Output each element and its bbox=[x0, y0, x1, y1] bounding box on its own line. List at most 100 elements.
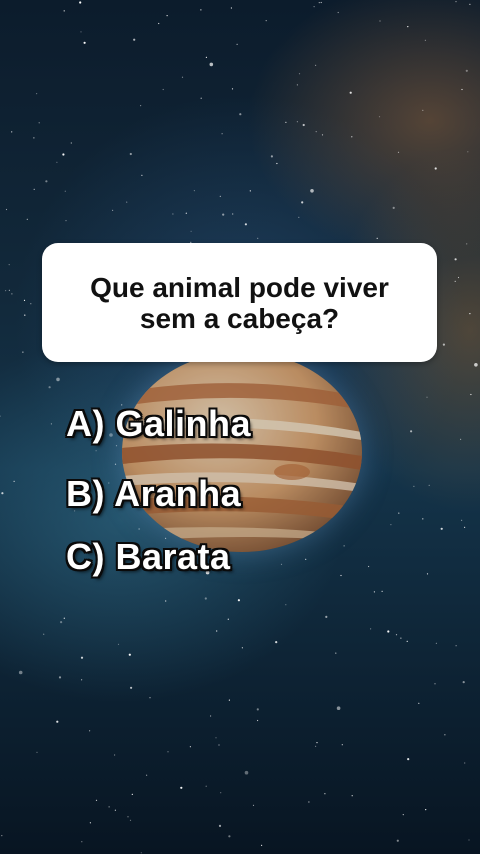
star bbox=[396, 839, 399, 842]
star bbox=[26, 218, 28, 220]
star bbox=[257, 237, 259, 239]
star bbox=[166, 15, 168, 17]
star bbox=[280, 563, 283, 566]
star bbox=[276, 162, 278, 165]
star bbox=[8, 264, 10, 266]
star bbox=[244, 223, 247, 226]
star bbox=[392, 206, 395, 209]
star bbox=[310, 189, 314, 193]
star bbox=[200, 9, 202, 11]
star bbox=[56, 377, 60, 382]
star bbox=[33, 188, 35, 190]
answer-option-b[interactable]: B) Aranha bbox=[66, 474, 241, 514]
star bbox=[398, 512, 400, 514]
star bbox=[320, 1, 322, 4]
star bbox=[256, 708, 259, 711]
star bbox=[181, 76, 184, 78]
star bbox=[5, 208, 8, 211]
star bbox=[407, 26, 409, 28]
star bbox=[368, 565, 370, 568]
star bbox=[313, 6, 315, 8]
star bbox=[172, 213, 174, 215]
star bbox=[218, 744, 220, 746]
star bbox=[400, 637, 402, 639]
star bbox=[48, 386, 51, 389]
star bbox=[189, 746, 191, 748]
star bbox=[381, 590, 383, 593]
star bbox=[219, 195, 221, 197]
star bbox=[407, 758, 410, 761]
star bbox=[469, 313, 471, 315]
star bbox=[298, 216, 300, 218]
star bbox=[387, 630, 390, 633]
star bbox=[424, 39, 426, 41]
star bbox=[24, 314, 26, 316]
star bbox=[351, 136, 353, 138]
star bbox=[5, 290, 7, 292]
star bbox=[43, 633, 45, 635]
star bbox=[45, 180, 48, 183]
question-card: Que animal pode viver sem a cabeça? bbox=[42, 243, 437, 362]
star bbox=[180, 786, 183, 789]
star bbox=[204, 597, 207, 600]
star bbox=[428, 484, 430, 486]
star bbox=[108, 806, 110, 808]
star bbox=[11, 131, 13, 133]
star bbox=[218, 824, 222, 828]
star bbox=[79, 1, 82, 4]
star bbox=[230, 7, 232, 9]
star bbox=[406, 640, 408, 643]
star bbox=[205, 56, 207, 59]
star bbox=[149, 697, 151, 699]
star bbox=[89, 730, 91, 732]
star bbox=[58, 676, 62, 679]
star bbox=[296, 84, 298, 86]
star bbox=[33, 137, 35, 139]
star bbox=[236, 43, 238, 46]
star bbox=[210, 715, 212, 717]
star bbox=[36, 751, 38, 754]
star bbox=[81, 841, 83, 843]
star bbox=[275, 641, 278, 644]
answer-option-c[interactable]: C) Barata bbox=[66, 537, 231, 577]
star bbox=[442, 343, 445, 346]
star bbox=[474, 363, 478, 367]
star bbox=[426, 573, 429, 575]
star bbox=[468, 839, 470, 841]
star bbox=[114, 754, 116, 756]
star bbox=[462, 681, 465, 684]
star bbox=[56, 720, 59, 723]
star bbox=[167, 751, 169, 753]
star bbox=[466, 243, 468, 245]
star bbox=[0, 415, 1, 417]
star bbox=[141, 174, 143, 176]
star bbox=[395, 634, 398, 636]
star bbox=[315, 64, 317, 66]
star bbox=[464, 526, 466, 529]
star bbox=[302, 123, 305, 127]
star bbox=[231, 88, 234, 90]
star bbox=[228, 835, 231, 838]
star bbox=[200, 97, 202, 99]
star bbox=[335, 652, 337, 654]
star bbox=[65, 220, 67, 222]
star bbox=[30, 303, 32, 305]
star bbox=[455, 1, 457, 3]
star bbox=[215, 737, 217, 739]
planet-illustration bbox=[122, 352, 362, 552]
star bbox=[129, 152, 132, 156]
star bbox=[402, 814, 404, 816]
star bbox=[457, 276, 460, 279]
star bbox=[461, 519, 463, 521]
answer-option-a[interactable]: A) Galinha bbox=[66, 404, 251, 444]
star bbox=[370, 628, 372, 630]
star bbox=[185, 212, 187, 214]
star bbox=[426, 396, 428, 398]
star bbox=[239, 113, 242, 116]
star bbox=[378, 116, 381, 118]
question-text: Que animal pode viver sem a cabeça? bbox=[90, 271, 389, 334]
star bbox=[222, 213, 225, 216]
star bbox=[8, 289, 10, 291]
star bbox=[373, 591, 375, 593]
star bbox=[89, 822, 91, 824]
